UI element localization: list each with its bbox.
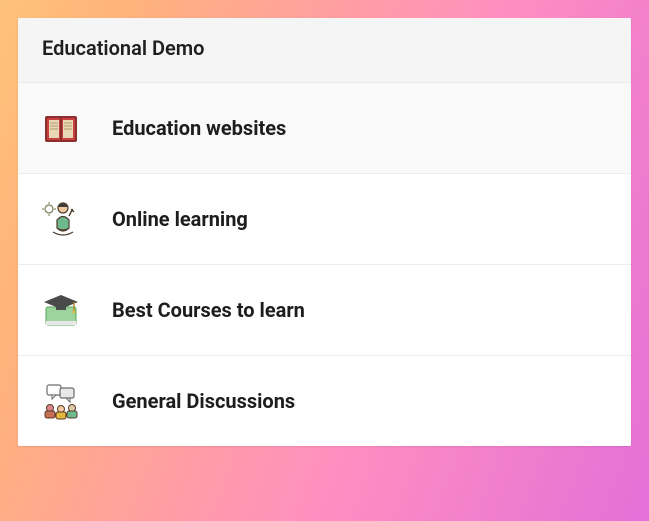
category-item-best-courses[interactable]: Best Courses to learn xyxy=(18,265,631,356)
grad-cap-icon xyxy=(40,289,82,331)
category-item-general-discussions[interactable]: General Discussions xyxy=(18,356,631,446)
category-list: Education websites xyxy=(18,83,631,446)
learner-icon xyxy=(40,198,82,240)
category-label: Education websites xyxy=(112,116,286,140)
panel-header: Educational Demo xyxy=(18,18,631,83)
category-label: General Discussions xyxy=(112,389,295,413)
discussion-icon xyxy=(40,380,82,422)
category-item-online-learning[interactable]: Online learning xyxy=(18,174,631,265)
category-item-education-websites[interactable]: Education websites xyxy=(18,83,631,174)
panel-title: Educational Demo xyxy=(42,36,204,60)
book-icon xyxy=(40,107,82,149)
category-label: Online learning xyxy=(112,207,248,231)
forum-category-panel: Educational Demo Education w xyxy=(18,18,631,446)
category-label: Best Courses to learn xyxy=(112,298,305,322)
